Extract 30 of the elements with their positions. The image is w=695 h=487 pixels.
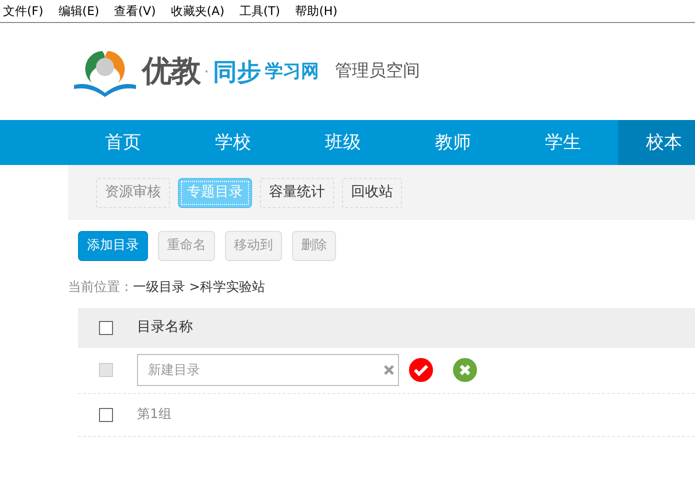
breadcrumb-path[interactable]: 一级目录 >科学实验站 (133, 280, 266, 295)
logo-text: 同步 (213, 56, 262, 88)
nav-tab[interactable]: 校本 (618, 120, 695, 165)
menu-item[interactable]: 收藏夹(A) (170, 2, 232, 20)
sub-tab[interactable]: 回收站 (342, 178, 402, 208)
confirm-icon[interactable] (409, 358, 433, 382)
logo-text: 优教 (142, 53, 200, 91)
toolbar-button[interactable]: 添加目录 (78, 231, 148, 261)
page-title: 管理员空间 (335, 60, 420, 83)
logo-text: 学习网 (265, 60, 320, 84)
sub-tab[interactable]: 容量统计 (260, 178, 334, 208)
clear-icon[interactable] (384, 365, 394, 375)
cancel-icon[interactable] (453, 358, 477, 382)
breadcrumb-label: 当前位置： (68, 280, 133, 295)
nav-tab[interactable]: 学生 (508, 120, 618, 165)
sub-tab[interactable]: 专题目录 (178, 178, 252, 208)
nav-tab[interactable]: 学校 (178, 120, 288, 165)
menu-item[interactable]: 查看(V) (114, 2, 164, 20)
menu-item[interactable]: 编辑(E) (58, 2, 108, 20)
logo-dot: · (204, 60, 210, 82)
menu-item[interactable]: 文件(F) (3, 2, 52, 20)
nav-tab[interactable]: 班级 (288, 120, 398, 165)
nav-tab[interactable]: 首页 (68, 120, 178, 165)
checkbox[interactable] (99, 320, 113, 334)
menu-item[interactable]: 工具(T) (239, 2, 288, 20)
nav-tab[interactable]: 教师 (398, 120, 508, 165)
folder-name[interactable]: 第1组 (137, 404, 172, 424)
checkbox[interactable] (99, 408, 113, 422)
menu-item[interactable]: 帮助(H) (295, 2, 346, 20)
column-header: 目录名称 (137, 318, 193, 337)
